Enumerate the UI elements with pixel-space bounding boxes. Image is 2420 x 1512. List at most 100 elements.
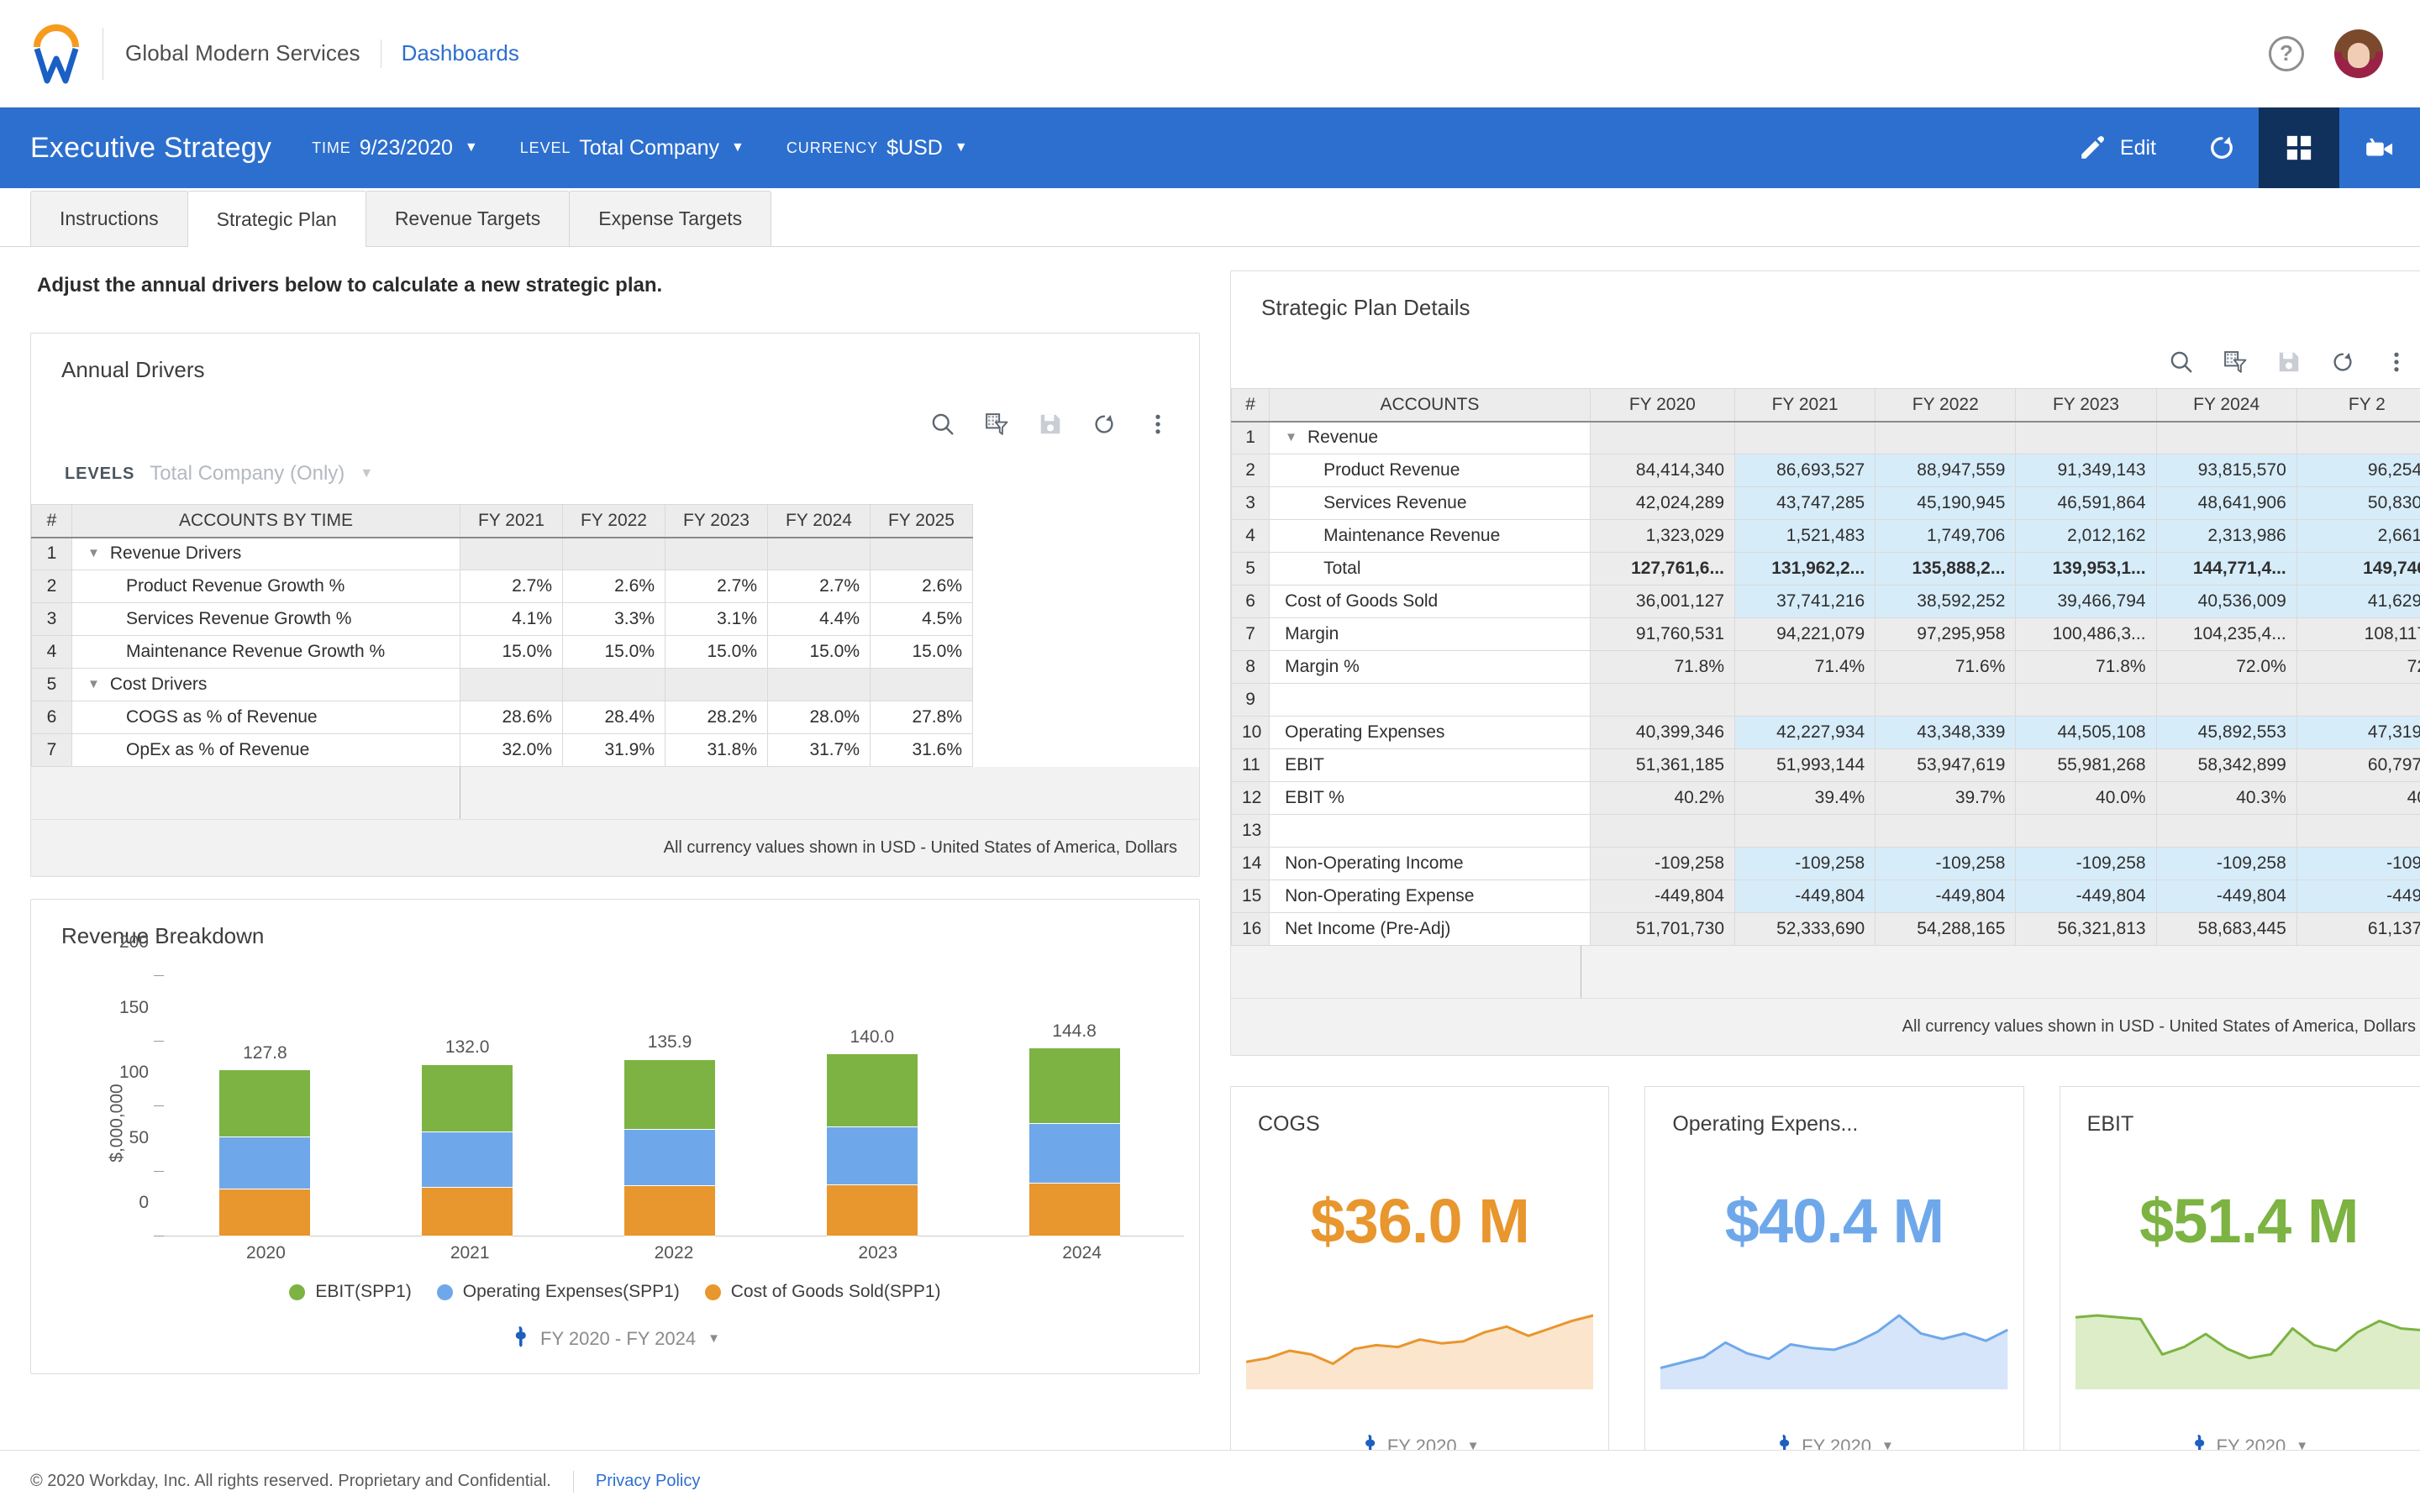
chart-bar-group[interactable]: 132.0 <box>366 976 569 1236</box>
cell-value[interactable]: 45,190,945 <box>1875 486 2017 520</box>
cell-value[interactable]: 45,892,553 <box>2155 716 2297 749</box>
cell-value[interactable]: 131,962,2... <box>1733 552 1876 585</box>
cell-value[interactable]: 28.2% <box>665 701 768 734</box>
table-row[interactable]: 7 Margin 91,760,531 94,221,079 97,295,958 100… <box>1231 617 2420 651</box>
cell-value[interactable]: 72.0% <box>2155 650 2297 684</box>
row-label-cell[interactable]: ▼ Cost Drivers <box>71 668 460 701</box>
col-fy2023[interactable]: FY 2023 <box>665 504 768 538</box>
cell-value[interactable]: 28.6% <box>460 701 563 734</box>
cell-value[interactable]: 91,760,531 <box>1589 617 1736 651</box>
cell-value[interactable]: 15.0% <box>767 635 871 669</box>
cell-value[interactable]: 39.7% <box>1875 781 2017 815</box>
cell-value[interactable]: 31.6% <box>870 733 973 767</box>
cell-value[interactable]: -109,258 <box>2015 847 2157 880</box>
cell-value[interactable]: -109, <box>2296 847 2420 880</box>
row-label-cell[interactable]: EBIT % <box>1269 781 1591 815</box>
chart-bar-segment[interactable] <box>826 1184 918 1236</box>
cell-value[interactable]: 31.8% <box>665 733 768 767</box>
cell-value[interactable] <box>2155 814 2297 848</box>
cell-value[interactable]: 2.7% <box>767 570 871 603</box>
cell-value[interactable]: 56,321,813 <box>2015 912 2157 946</box>
cell-value[interactable]: 52,333,690 <box>1733 912 1876 946</box>
cell-value[interactable]: 94,221,079 <box>1733 617 1876 651</box>
cell-value[interactable] <box>870 668 973 701</box>
table-row[interactable]: 3 Services Revenue 42,024,289 43,747,285 45,… <box>1231 486 2420 520</box>
cell-value[interactable]: 97,295,958 <box>1875 617 2017 651</box>
cell-value[interactable]: 71.8% <box>2015 650 2157 684</box>
cell-value[interactable]: 2,313,986 <box>2155 519 2297 553</box>
cell-value[interactable]: 47,319, <box>2296 716 2420 749</box>
cell-value[interactable] <box>1589 814 1736 848</box>
cell-value[interactable] <box>562 537 666 570</box>
cell-value[interactable] <box>1875 683 2017 717</box>
cell-value[interactable]: 15.0% <box>870 635 973 669</box>
refresh-button[interactable] <box>2185 108 2259 188</box>
cell-value[interactable]: -449, <box>2296 879 2420 913</box>
row-label-cell[interactable]: Product Revenue Growth % <box>71 570 460 603</box>
table-row[interactable]: 16 Net Income (Pre-Adj) 51,701,730 52,333,6… <box>1231 912 2420 946</box>
cell-value[interactable] <box>870 537 973 570</box>
cell-value[interactable]: 149,746 <box>2296 552 2420 585</box>
cell-value[interactable]: 27.8% <box>870 701 973 734</box>
prompt-level[interactable]: LEVEL Total Company ▼ <box>520 136 744 160</box>
table-row[interactable]: 12EBIT %40.2%39.4%39.7%40.0%40.3%40 <box>1231 781 2420 815</box>
search-icon[interactable] <box>930 412 955 437</box>
edit-button[interactable]: Edit <box>2056 108 2185 188</box>
cell-value[interactable]: 51,361,185 <box>1589 748 1736 782</box>
col-fy2024[interactable]: FY 2024 <box>2155 388 2297 423</box>
cell-value[interactable]: 93,815,570 <box>2155 454 2297 487</box>
cell-value[interactable]: 40,399,346 <box>1589 716 1736 749</box>
row-label-cell[interactable]: Operating Expenses <box>1269 716 1591 749</box>
cell-value[interactable] <box>460 668 563 701</box>
cell-value[interactable]: 61,137, <box>2296 912 2420 946</box>
grid-filter-icon[interactable] <box>984 412 1009 437</box>
cell-value[interactable]: 44,505,108 <box>2015 716 2157 749</box>
table-row[interactable]: 1 ▼ Revenue <box>1231 421 2420 454</box>
chart-bar-segment[interactable] <box>219 1189 311 1236</box>
chart-bar-segment[interactable] <box>219 1137 311 1190</box>
cell-value[interactable]: 3.3% <box>562 602 666 636</box>
cell-value[interactable]: 43,747,285 <box>1733 486 1876 520</box>
cell-value[interactable]: -449,804 <box>1733 879 1876 913</box>
cell-value[interactable]: -449,804 <box>2155 879 2297 913</box>
cell-value[interactable]: 88,947,559 <box>1875 454 2017 487</box>
cell-value[interactable]: 71.6% <box>1875 650 2017 684</box>
cell-value[interactable]: 39,466,794 <box>2015 585 2157 618</box>
table-row[interactable]: 5 Total 127,761,6... 131,962,2... 135,888,2.… <box>1231 552 2420 585</box>
chart-bar-segment[interactable] <box>422 1187 513 1236</box>
cell-value[interactable]: 43,348,339 <box>1875 716 2017 749</box>
cell-value[interactable]: 58,683,445 <box>2155 912 2297 946</box>
table-row[interactable]: 13 <box>1231 814 2420 848</box>
table-row[interactable]: 15 Non-Operating Expense -449,804 -449,804-… <box>1231 879 2420 913</box>
cell-value[interactable]: 48,641,906 <box>2155 486 2297 520</box>
chart-bar-group[interactable]: 135.9 <box>569 976 771 1236</box>
cell-value[interactable]: 1,749,706 <box>1875 519 2017 553</box>
row-label-cell[interactable]: Services Revenue Growth % <box>71 602 460 636</box>
tab-strategic-plan[interactable]: Strategic Plan <box>187 191 366 247</box>
chart-bar-segment[interactable] <box>826 1054 918 1127</box>
cell-value[interactable]: 41,629, <box>2296 585 2420 618</box>
cell-value[interactable]: 51,701,730 <box>1589 912 1736 946</box>
table-row[interactable]: 6 Cost of Goods Sold 36,001,127 37,741,216 3… <box>1231 585 2420 618</box>
cell-value[interactable]: 2.6% <box>562 570 666 603</box>
kpi-period-selector[interactable]: FY 2020 ▼ <box>1231 1434 1608 1450</box>
cell-value[interactable]: 37,741,216 <box>1733 585 1876 618</box>
cell-value[interactable]: 2.6% <box>870 570 973 603</box>
cell-value[interactable] <box>665 537 768 570</box>
cell-value[interactable]: -449,804 <box>1589 879 1736 913</box>
chart-bar-group[interactable]: 127.8 <box>164 976 366 1236</box>
row-label-cell[interactable]: EBIT <box>1269 748 1591 782</box>
cell-value[interactable] <box>2015 683 2157 717</box>
prompt-currency[interactable]: CURRENCY $USD ▼ <box>786 136 968 160</box>
table-row[interactable]: 14 Non-Operating Income -109,258 -109,258 -1… <box>1231 847 2420 880</box>
cell-value[interactable]: 42,024,289 <box>1589 486 1736 520</box>
table-row[interactable]: 9 <box>1231 683 2420 717</box>
more-options-icon[interactable] <box>2384 349 2409 375</box>
col-fy2020[interactable]: FY 2020 <box>1589 388 1736 423</box>
collapse-triangle-icon[interactable]: ▼ <box>87 546 100 560</box>
cell-value[interactable]: 104,235,4... <box>2155 617 2297 651</box>
table-row[interactable]: 8Margin %71.8%71.4%71.6%71.8%72.0%72 <box>1231 650 2420 684</box>
cell-value[interactable]: 39.4% <box>1733 781 1876 815</box>
col-fy2021[interactable]: FY 2021 <box>1733 388 1876 423</box>
chart-bar-segment[interactable] <box>1028 1184 1120 1236</box>
